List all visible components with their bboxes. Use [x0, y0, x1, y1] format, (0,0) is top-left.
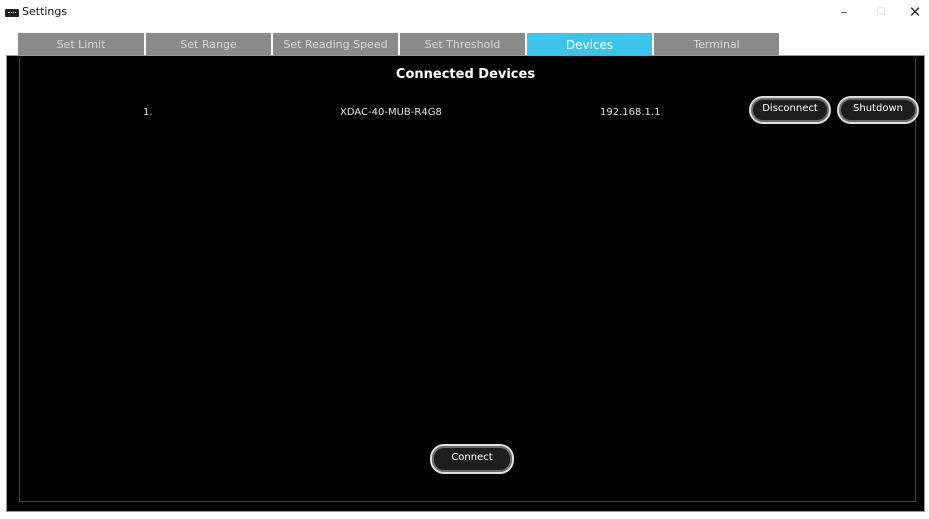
device-name: XDAC-40-MUB-R4G8 [340, 107, 442, 118]
close-icon[interactable]: ✕ [897, 0, 929, 25]
tab-bar: Set Limit Set Range Set Reading Speed Se… [18, 33, 781, 56]
section-title: Connected Devices [395, 67, 536, 82]
app-window-icon [5, 9, 19, 17]
settings-window: Settings – ☐ ✕ Set Limit Set Range Set R… [0, 0, 929, 519]
devices-panel: Connected Devices 1. XDAC-40-MUB-R4G8 19… [6, 55, 925, 512]
device-ip: 192.168.1.1 [600, 107, 661, 118]
device-row: 1. XDAC-40-MUB-R4G8 192.168.1.1 Disconne… [7, 96, 924, 130]
window-title: Settings [22, 5, 68, 18]
title-bar: Settings – ☐ ✕ [0, 0, 929, 25]
connect-button[interactable]: Connect [430, 444, 514, 474]
device-index: 1. [143, 107, 153, 118]
disconnect-button[interactable]: Disconnect [749, 96, 831, 124]
tab-terminal[interactable]: Terminal [654, 33, 781, 56]
tab-devices[interactable]: Devices [527, 33, 654, 56]
tab-set-reading-speed[interactable]: Set Reading Speed [273, 33, 400, 56]
tab-set-range[interactable]: Set Range [146, 33, 273, 56]
tab-set-threshold[interactable]: Set Threshold [400, 33, 527, 56]
minimize-icon[interactable]: – [826, 0, 862, 25]
tab-set-limit[interactable]: Set Limit [18, 33, 146, 56]
maximize-icon[interactable]: ☐ [863, 0, 899, 25]
shutdown-button[interactable]: Shutdown [837, 96, 919, 124]
